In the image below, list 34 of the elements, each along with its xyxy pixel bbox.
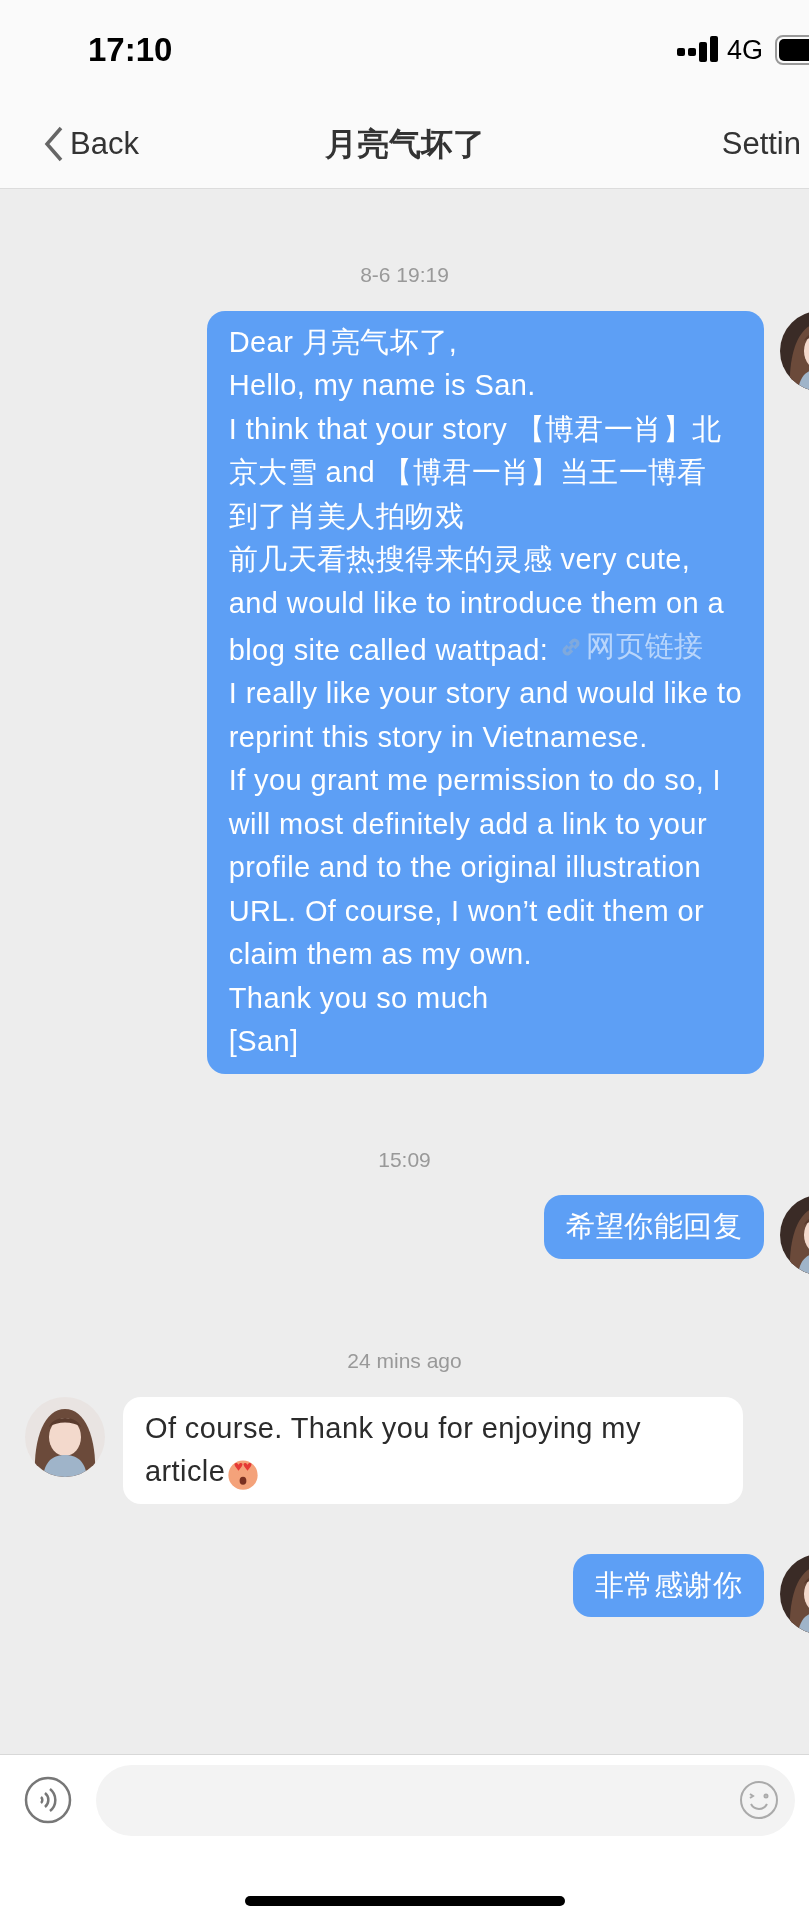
message-text: reprint this story in Vietnamese. — [228, 720, 648, 753]
message-text: URL. Of course, I won’t edit them or — [228, 894, 705, 927]
message-text: 京大雪 and 【博君一肖】当王一博看 — [228, 456, 707, 488]
message-text: 前几天看热搜得来的灵感 very cute, — [228, 543, 691, 575]
message-text: claim them as my own. — [228, 938, 533, 971]
timestamp: 24 mins ago — [347, 1348, 462, 1375]
battery-icon — [775, 35, 809, 65]
smiley-icon[interactable] — [739, 1780, 779, 1820]
message-text: Of course. Thank you for enjoying my — [145, 1411, 641, 1444]
message-text: blog site called wattpad: — [228, 633, 549, 666]
network-label: 4G — [726, 33, 763, 67]
timestamp: 8-6 19:19 — [360, 262, 449, 288]
message-text: Hello, my name is San. — [228, 369, 536, 401]
message-text: 非常感谢你 — [595, 1568, 742, 1601]
message-text: 到了肖美人拍吻戏 — [228, 499, 464, 532]
message-text: Thank you so much — [228, 981, 489, 1014]
status-time: 17:10 — [88, 30, 173, 71]
message-text: I think that your story 【博君一肖】北 — [228, 412, 722, 445]
message-text: If you grant me permission to do so, I — [228, 764, 722, 797]
voice-icon[interactable] — [24, 1776, 72, 1824]
chat-title: 月亮气坏了 — [324, 125, 485, 164]
timestamp: 15:09 — [378, 1146, 431, 1173]
chevron-left-icon — [44, 126, 64, 162]
signal-icon — [676, 36, 719, 64]
message-text: 希望你能回复 — [565, 1210, 742, 1243]
message-text: profile and to the original illustration — [228, 851, 701, 884]
message-text: [San] — [228, 1025, 299, 1058]
back-button[interactable]: Back — [44, 120, 139, 168]
message-text: I really like your story and would like to — [228, 677, 742, 710]
message-text: article — [145, 1455, 226, 1488]
message-text: will most definitely add a link to your — [228, 807, 707, 840]
message-text: and would like to introduce them on a — [228, 586, 724, 619]
message-text: Dear 月亮气坏了, — [228, 325, 458, 358]
settings-button[interactable]: Settin — [721, 120, 801, 168]
